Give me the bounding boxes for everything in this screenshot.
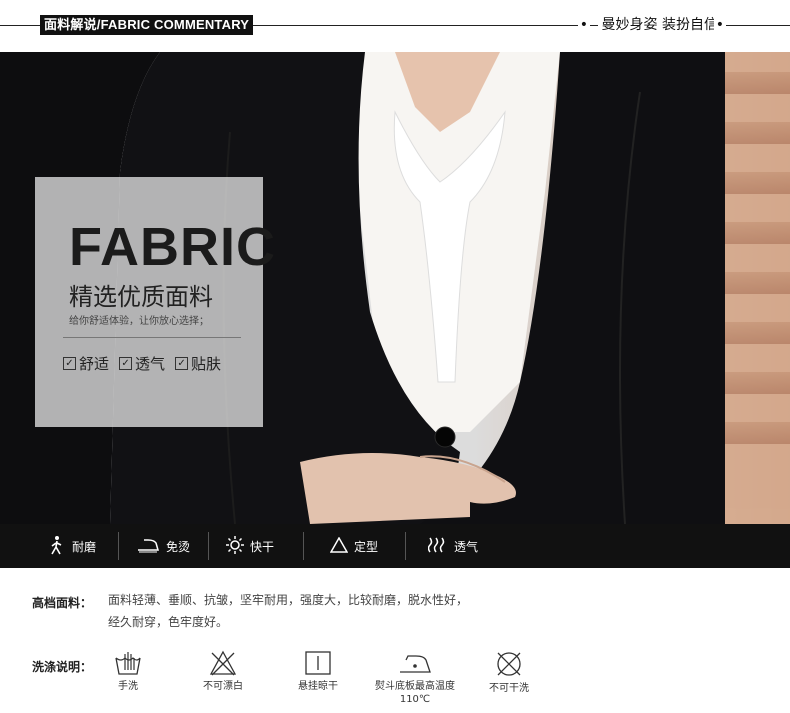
feature-breathable: 透气 <box>427 524 479 568</box>
washing-label: 洗涤说明： <box>32 660 93 674</box>
fabric-subheading: 精选优质面料 <box>69 283 213 311</box>
feature-checklist: ✓ 舒适 ✓ 透气 ✓ 贴肤 <box>63 353 221 374</box>
sun-icon <box>226 535 244 557</box>
no-dry-clean-icon <box>469 650 549 678</box>
checkbox-icon: ✓ <box>119 357 133 370</box>
check-item: ✓ 贴肤 <box>175 353 221 374</box>
feature-separator <box>118 532 119 560</box>
feature-separator <box>208 532 209 560</box>
fabric-tagline: 给你舒适体验，让你放心选择； <box>69 316 209 327</box>
feature-label: 耐磨 <box>72 539 97 554</box>
product-photo: FABRIC 精选优质面料 给你舒适体验，让你放心选择； ✓ 舒适 ✓ 透气 ✓ 贴肤 <box>0 52 790 524</box>
slogan-dot-left: • <box>577 16 590 34</box>
fabric-description: 面料轻薄、垂顺、抗皱，坚牢耐用，强度大，比较耐磨，脱水性好， 经久耐穿，色牢度好… <box>108 589 468 633</box>
checkbox-icon: ✓ <box>63 357 76 370</box>
iron-icon <box>136 537 160 556</box>
walking-person-icon <box>48 535 66 558</box>
iron-temperature-icon <box>375 650 455 676</box>
check-label: 透气 <box>135 355 166 373</box>
feature-no-iron: 免烫 <box>136 524 190 568</box>
feature-wear-resistant: 耐磨 <box>48 524 96 568</box>
section-slogan: 曼妙身姿 装扮自信 <box>597 16 722 34</box>
fabric-description-line: 经久耐穿，色牢度好。 <box>108 615 229 629</box>
wash-item: 手洗 <box>88 650 168 693</box>
fabric-description-line: 面料轻薄、垂顺、抗皱，坚牢耐用，强度大，比较耐磨，脱水性好， <box>108 593 469 607</box>
wash-caption: 不可干洗 <box>489 683 529 694</box>
wash-item: 不可漂白 <box>183 650 263 693</box>
check-item: ✓ 透气 <box>119 353 165 374</box>
wash-caption: 悬挂晾干 <box>298 681 338 692</box>
check-item: ✓ 舒适 <box>63 353 109 374</box>
section-title: 面料解说/FABRIC COMMENTARY <box>40 15 254 35</box>
wash-caption: 不可漂白 <box>203 681 243 692</box>
feature-label: 快干 <box>250 539 275 554</box>
feature-quick-dry: 快干 <box>226 524 274 568</box>
checkbox-icon: ✓ <box>175 357 189 370</box>
fabric-callout-panel: FABRIC 精选优质面料 给你舒适体验，让你放心选择； ✓ 舒适 ✓ 透气 ✓ 贴肤 <box>35 177 275 427</box>
panel-divider <box>63 337 241 338</box>
wash-item: 熨斗底板最高温度110℃ <box>375 650 455 706</box>
check-label: 贴肤 <box>191 355 222 373</box>
fabric-info-section: 高档面料： 面料轻薄、垂顺、抗皱，坚牢耐用，强度大，比较耐磨，脱水性好， 经久耐… <box>0 568 790 713</box>
feature-bar: 耐磨 免烫 快干 定型 透气 <box>0 524 790 568</box>
wave-icon <box>427 537 448 556</box>
wash-caption: 手洗 <box>118 681 138 692</box>
hang-dry-icon <box>278 650 358 676</box>
feature-separator <box>405 532 406 560</box>
hand-wash-icon <box>88 650 168 676</box>
slogan-dot-right: • <box>713 16 726 34</box>
no-bleach-icon <box>183 650 263 676</box>
check-label: 舒适 <box>79 355 110 373</box>
wash-item: 悬挂晾干 <box>278 650 358 693</box>
wash-caption: 熨斗底板最高温度110℃ <box>375 681 455 705</box>
wash-item: 不可干洗 <box>469 650 549 695</box>
feature-separator <box>303 532 304 560</box>
feature-label: 定型 <box>354 539 379 554</box>
feature-label: 免烫 <box>166 539 191 554</box>
fabric-label: 高档面料： <box>32 596 93 610</box>
feature-label: 透气 <box>454 539 479 554</box>
triangle-icon <box>329 535 349 556</box>
section-header: 面料解说/FABRIC COMMENTARY • 曼妙身姿 装扮自信 • <box>0 0 790 52</box>
fabric-heading: FABRIC <box>69 217 276 277</box>
feature-shape-retention: 定型 <box>329 524 379 568</box>
